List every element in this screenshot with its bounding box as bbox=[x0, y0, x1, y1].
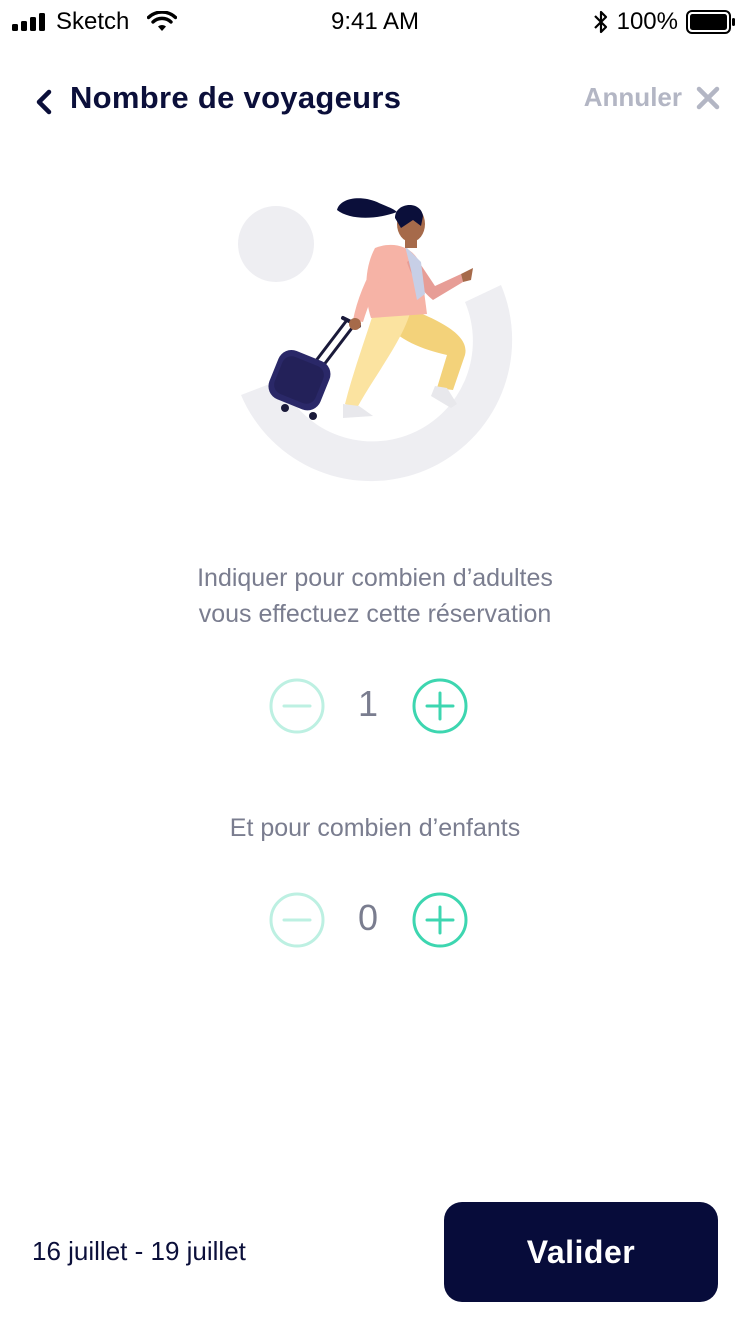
battery-icon bbox=[686, 10, 735, 34]
plus-circle-icon bbox=[412, 892, 468, 948]
adults-increment-button[interactable] bbox=[411, 677, 469, 735]
battery-percentage: 100% bbox=[616, 8, 678, 35]
plus-circle-icon bbox=[412, 678, 468, 734]
cancel-button[interactable]: Annuler bbox=[584, 82, 720, 113]
minus-circle-icon bbox=[269, 678, 325, 734]
page-title: Nombre de voyageurs bbox=[70, 80, 402, 115]
children-increment-button[interactable] bbox=[411, 891, 469, 949]
children-question: Et pour combien d’enfants bbox=[229, 814, 521, 842]
header: Nombre de voyageurs Annuler bbox=[0, 72, 750, 132]
adults-stepper: 1 bbox=[268, 677, 468, 737]
children-decrement-button[interactable] bbox=[268, 891, 326, 949]
children-count: 0 bbox=[357, 897, 379, 938]
traveler-illustration bbox=[238, 198, 513, 482]
status-bar: Sketch 9:41 AM 100% bbox=[0, 0, 750, 44]
validate-button[interactable]: Valider bbox=[444, 1202, 718, 1302]
minus-circle-icon bbox=[269, 892, 325, 948]
back-button[interactable] bbox=[26, 84, 62, 120]
status-bar-right: 100% bbox=[593, 8, 736, 36]
close-icon bbox=[696, 86, 720, 109]
date-range: 16 juillet - 19 juillet bbox=[32, 1236, 246, 1266]
chevron-left-icon bbox=[36, 89, 52, 115]
bluetooth-icon bbox=[593, 10, 607, 34]
adults-question-line2: vous effectuez cette réservation bbox=[198, 600, 552, 628]
cancel-label: Annuler bbox=[583, 82, 682, 112]
adults-question: Indiquer pour combien d’adultes vous eff… bbox=[0, 560, 750, 632]
adults-decrement-button[interactable] bbox=[268, 677, 326, 735]
adults-count: 1 bbox=[357, 683, 379, 724]
adults-question-line1: Indiquer pour combien d’adultes bbox=[197, 564, 553, 592]
children-stepper: 0 bbox=[268, 891, 468, 951]
